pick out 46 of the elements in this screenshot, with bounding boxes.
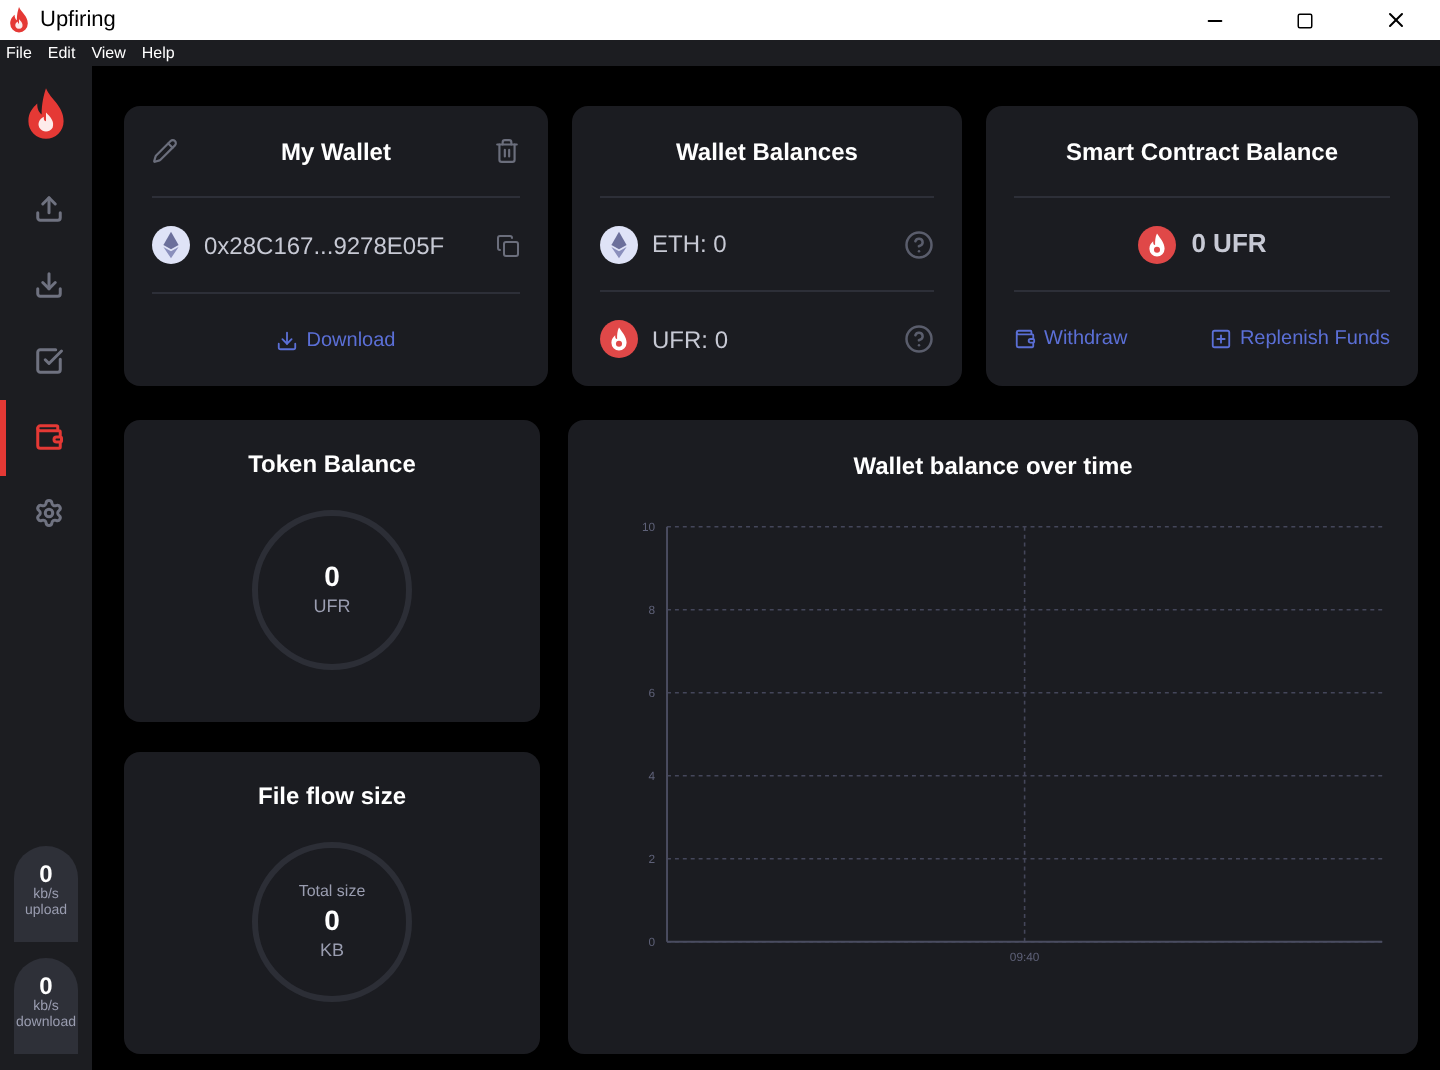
app-logo-icon: [8, 5, 30, 35]
action-link[interactable]: Replenish Funds: [1209, 324, 1390, 354]
checkbox-icon: [34, 346, 64, 377]
gauge-value: 0: [324, 903, 340, 938]
speed-value: 0: [39, 860, 53, 888]
menu-item[interactable]: File: [6, 40, 32, 66]
download-link[interactable]: Download: [276, 325, 396, 355]
gauge-value: 0: [324, 559, 340, 594]
gauge-unit: KB: [319, 937, 344, 964]
contract-amount: 0 UFR: [1191, 226, 1267, 263]
wallet-address: 0x28C167...9278E05F: [204, 229, 447, 263]
gauge-unit: UFR: [313, 593, 351, 620]
card-title: Wallet balance over time: [853, 450, 1133, 484]
copy-button[interactable]: [496, 233, 520, 257]
delete-button[interactable]: [494, 138, 520, 164]
wallet-icon: [1014, 328, 1036, 350]
help-button[interactable]: [904, 229, 934, 259]
ethereum-coin-icon: [152, 226, 190, 264]
card-title: My Wallet: [279, 135, 393, 169]
help-button[interactable]: [904, 324, 934, 354]
action-link[interactable]: Withdraw: [1014, 324, 1128, 354]
card-title: Wallet Balances: [676, 135, 858, 169]
card-title: Token Balance: [248, 448, 416, 482]
wallet-icon: [34, 422, 64, 453]
balance-text: ETH: 0: [652, 228, 729, 262]
maximize-icon: [1296, 11, 1314, 29]
card-title: File flow size: [257, 780, 406, 814]
flame-coin-icon: [1137, 225, 1176, 263]
speed-value: 0: [39, 972, 53, 1000]
plus-square-icon: [1209, 328, 1232, 350]
flame-coin-icon: [600, 320, 638, 358]
gear-icon: [34, 498, 64, 529]
menu-item[interactable]: View: [91, 40, 126, 66]
menu-item[interactable]: Help: [141, 40, 175, 66]
window-title: Upfiring: [40, 5, 116, 36]
menu-item[interactable]: Edit: [47, 40, 76, 66]
ethereum-coin-icon: [600, 225, 638, 263]
edit-button[interactable]: [152, 138, 178, 164]
download-icon: [276, 329, 299, 351]
close-icon: [1383, 8, 1407, 32]
card-title: Smart Contract Balance: [1065, 135, 1339, 169]
upload-tray-icon: [34, 194, 64, 225]
download-tray-icon: [34, 270, 64, 301]
flame-logo-icon: [24, 86, 68, 144]
gauge-caption: Total size: [298, 879, 366, 904]
balance-text: UFR: 0: [652, 323, 731, 357]
